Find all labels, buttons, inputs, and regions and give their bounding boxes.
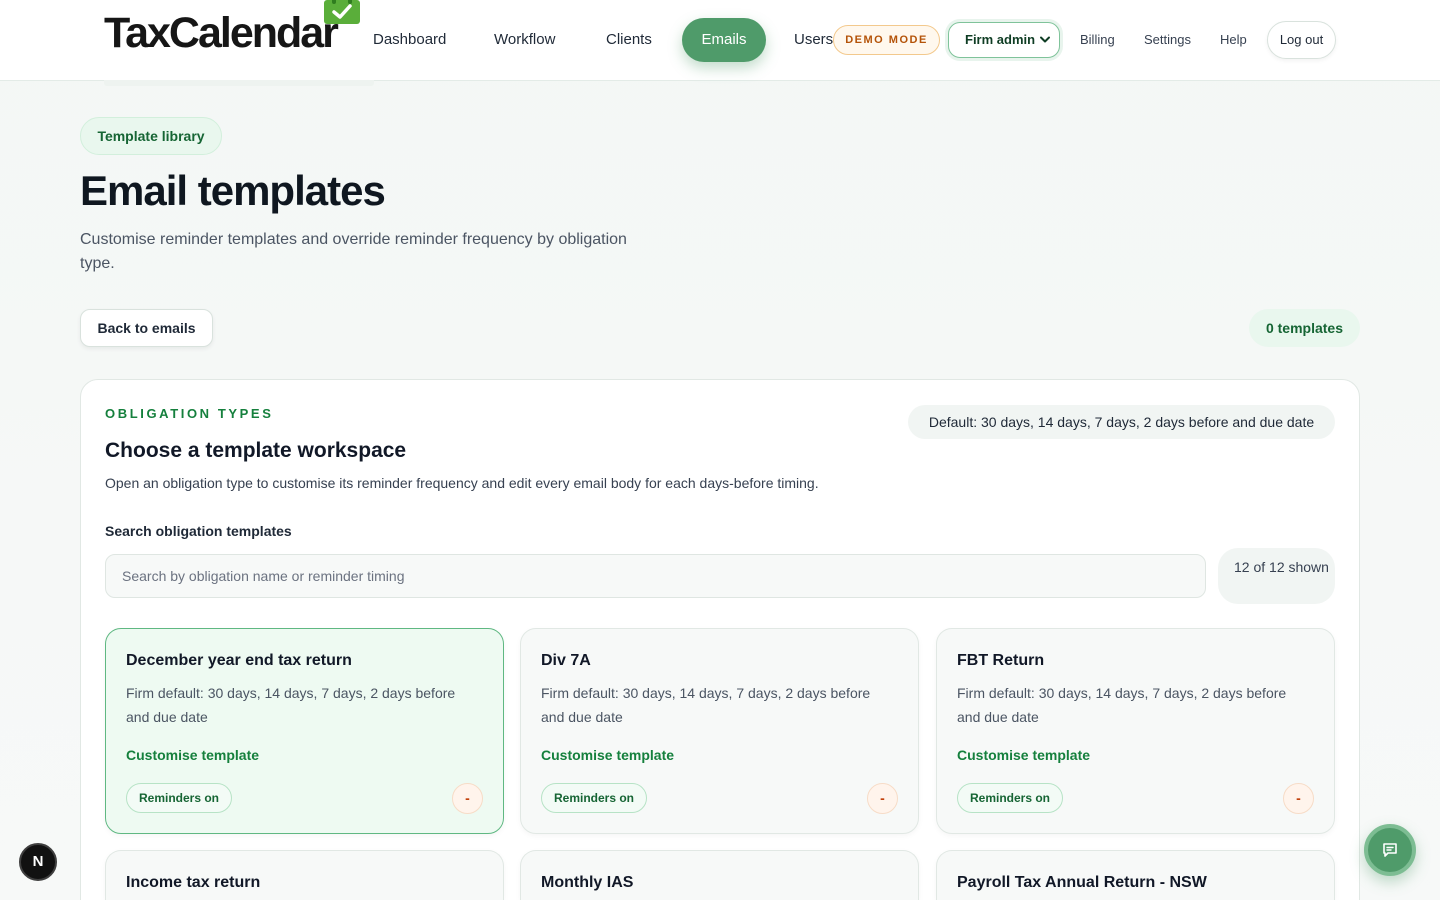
firm-role-value: Firm admin — [965, 32, 1036, 47]
template-card[interactable]: FBT Return Firm default: 30 days, 14 day… — [936, 628, 1335, 834]
card-title: Income tax return — [126, 874, 261, 891]
nav-workflow[interactable]: Workflow — [494, 30, 555, 50]
dev-tools-badge[interactable]: N — [19, 843, 57, 881]
firm-role-select[interactable]: Firm admin — [948, 22, 1060, 58]
panel-title: Choose a template workspace — [105, 439, 407, 462]
template-library-pill: Template library — [80, 117, 222, 155]
chevron-down-icon — [1040, 36, 1050, 43]
top-navigation-bar: TaxCalendar Dashboard Workflow Clients E… — [0, 0, 1440, 81]
reminders-status-badge[interactable]: Reminders on — [957, 783, 1064, 813]
card-title: December year end tax return — [126, 652, 352, 669]
reminders-status-badge[interactable]: Reminders on — [126, 783, 233, 813]
nav-clients[interactable]: Clients — [606, 30, 652, 50]
template-card[interactable]: Payroll Tax Annual Return - NSW — [936, 850, 1335, 900]
panel-eyebrow: OBLIGATION TYPES — [105, 406, 274, 421]
nav-dashboard[interactable]: Dashboard — [373, 30, 446, 50]
customise-template-link[interactable]: Customise template — [541, 746, 674, 764]
nav-emails[interactable]: Emails — [682, 18, 766, 62]
template-card[interactable]: Monthly IAS — [520, 850, 919, 900]
nav-billing[interactable]: Billing — [1080, 32, 1115, 48]
search-label: Search obligation templates — [105, 523, 292, 539]
chat-icon — [1383, 843, 1397, 857]
card-description: Firm default: 30 days, 14 days, 7 days, … — [541, 685, 871, 725]
customise-template-link[interactable]: Customise template — [957, 746, 1090, 764]
calendar-check-icon — [324, 0, 360, 24]
templates-count-badge: 0 templates — [1249, 309, 1360, 347]
card-description: Firm default: 30 days, 14 days, 7 days, … — [957, 685, 1287, 725]
back-to-emails-button[interactable]: Back to emails — [80, 309, 213, 347]
nav-users[interactable]: Users — [794, 30, 833, 50]
remove-override-button[interactable]: - — [1283, 783, 1314, 814]
template-card[interactable]: Div 7A Firm default: 30 days, 14 days, 7… — [520, 628, 919, 834]
page-title: Email templates — [80, 167, 386, 214]
remove-override-button[interactable]: - — [452, 783, 483, 814]
page-subtitle: Customise reminder templates and overrid… — [80, 231, 627, 272]
demo-mode-badge: DEMO MODE — [833, 25, 940, 55]
card-description: Firm default: 30 days, 14 days, 7 days, … — [126, 685, 456, 725]
logo-text: TaxCalendar — [104, 9, 339, 57]
search-input[interactable] — [105, 554, 1206, 598]
card-title: FBT Return — [957, 652, 1045, 669]
reminders-status-badge[interactable]: Reminders on — [541, 783, 648, 813]
template-card[interactable]: Income tax return — [105, 850, 504, 900]
shown-count-badge: 12 of 12 shown — [1218, 548, 1335, 604]
card-title: Div 7A — [541, 652, 591, 669]
logo-underline — [104, 80, 374, 86]
panel-description: Open an obligation type to customise its… — [105, 475, 819, 491]
chat-button[interactable] — [1364, 824, 1416, 876]
card-title: Monthly IAS — [541, 874, 634, 891]
card-title: Payroll Tax Annual Return - NSW — [957, 874, 1207, 891]
template-card[interactable]: December year end tax return Firm defaul… — [105, 628, 504, 834]
nav-settings[interactable]: Settings — [1144, 32, 1191, 48]
nav-help[interactable]: Help — [1220, 32, 1247, 48]
remove-override-button[interactable]: - — [867, 783, 898, 814]
customise-template-link[interactable]: Customise template — [126, 746, 259, 764]
logout-button[interactable]: Log out — [1267, 21, 1336, 59]
logo[interactable]: TaxCalendar — [104, 9, 339, 57]
default-frequency-pill: Default: 30 days, 14 days, 7 days, 2 day… — [908, 405, 1335, 439]
